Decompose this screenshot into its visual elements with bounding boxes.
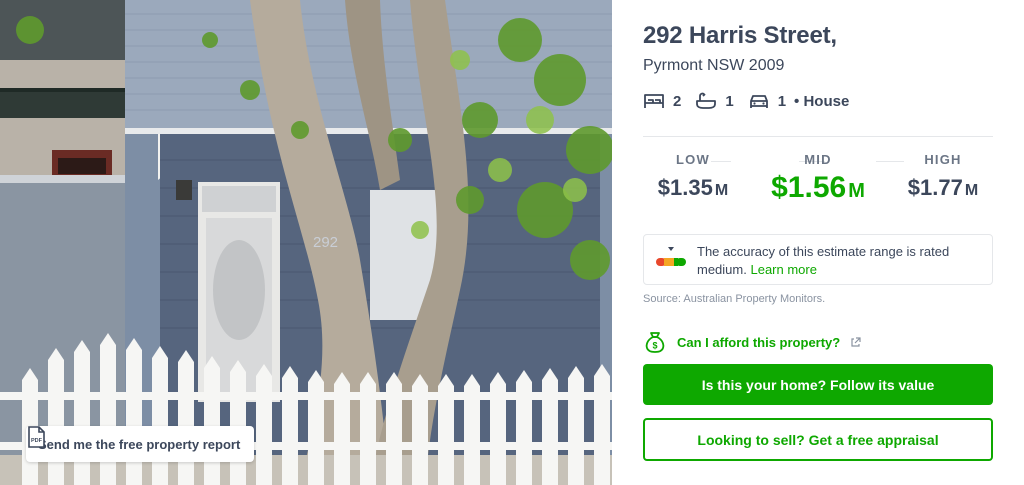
- bedrooms-feature: 2: [643, 92, 681, 110]
- high-value: $1.77: [907, 175, 963, 200]
- bed-icon: [644, 94, 664, 108]
- mid-label: MID: [804, 152, 832, 167]
- mid-value: $1.56: [771, 171, 847, 204]
- accuracy-box: The accuracy of this estimate range is r…: [643, 234, 993, 285]
- high-estimate: HIGH $1.77 M: [893, 152, 993, 201]
- address-street: 292 Harris Street,: [643, 22, 837, 49]
- pdf-icon-text: PDF: [31, 438, 43, 444]
- property-type-label: House: [803, 92, 850, 110]
- pdf-file-icon: PDF: [28, 426, 45, 448]
- mid-estimate: MID $1.56 M: [768, 152, 868, 205]
- low-estimate: LOW $1.35 M: [643, 152, 743, 201]
- house-photo-illustration: 292: [0, 0, 612, 485]
- car-icon: [749, 95, 768, 108]
- parking-count: 1: [777, 92, 787, 110]
- property-estimate-card: 292 PDF Send me the free property report…: [0, 0, 1024, 485]
- mid-unit: M: [848, 180, 865, 202]
- divider: [643, 136, 993, 137]
- money-bag-icon: $: [645, 332, 665, 353]
- bath-icon: [696, 92, 717, 109]
- afford-property-link[interactable]: $ Can I afford this property?: [643, 330, 861, 354]
- accuracy-text: The accuracy of this estimate range is r…: [697, 243, 987, 279]
- parking-feature: 1: [748, 92, 786, 110]
- house-number: 292: [313, 234, 338, 251]
- high-label: HIGH: [924, 152, 962, 167]
- low-value: $1.35: [657, 175, 713, 200]
- property-info-panel: 292 Harris Street, Pyrmont NSW 2009 2 1: [612, 0, 1024, 485]
- price-estimate-range: LOW $1.35 M MID $1.56 M HIGH $1.77 M: [643, 152, 993, 216]
- learn-more-link[interactable]: Learn more: [750, 262, 816, 277]
- bedrooms-count: 2: [673, 92, 682, 110]
- low-unit: M: [714, 182, 729, 199]
- high-unit: M: [964, 182, 979, 199]
- bathrooms-count: 1: [725, 92, 734, 110]
- external-link-icon: [851, 336, 861, 347]
- gauge-pointer: [668, 247, 674, 251]
- data-source: Source: Australian Property Monitors.: [643, 293, 826, 305]
- svg-text:$: $: [652, 341, 657, 351]
- property-type: • House: [794, 93, 849, 110]
- property-photo[interactable]: 292 PDF Send me the free property report: [0, 0, 612, 485]
- follow-value-button[interactable]: Is this your home? Follow its value: [643, 364, 993, 405]
- address-suburb: Pyrmont NSW 2009: [643, 57, 785, 74]
- send-property-report-button[interactable]: PDF Send me the free property report: [26, 426, 255, 462]
- low-label: LOW: [676, 152, 710, 167]
- accuracy-gauge-icon: [656, 247, 686, 266]
- send-property-report-label: Send me the free property report: [38, 436, 241, 452]
- accuracy-message: The accuracy of this estimate range is r…: [697, 244, 950, 277]
- bathrooms-feature: 1: [695, 92, 734, 110]
- afford-property-label: Can I afford this property?: [677, 334, 841, 350]
- feature-separator: •: [794, 92, 800, 110]
- free-appraisal-button[interactable]: Looking to sell? Get a free appraisal: [643, 418, 993, 461]
- property-features: 2 1 1 • House: [643, 89, 849, 113]
